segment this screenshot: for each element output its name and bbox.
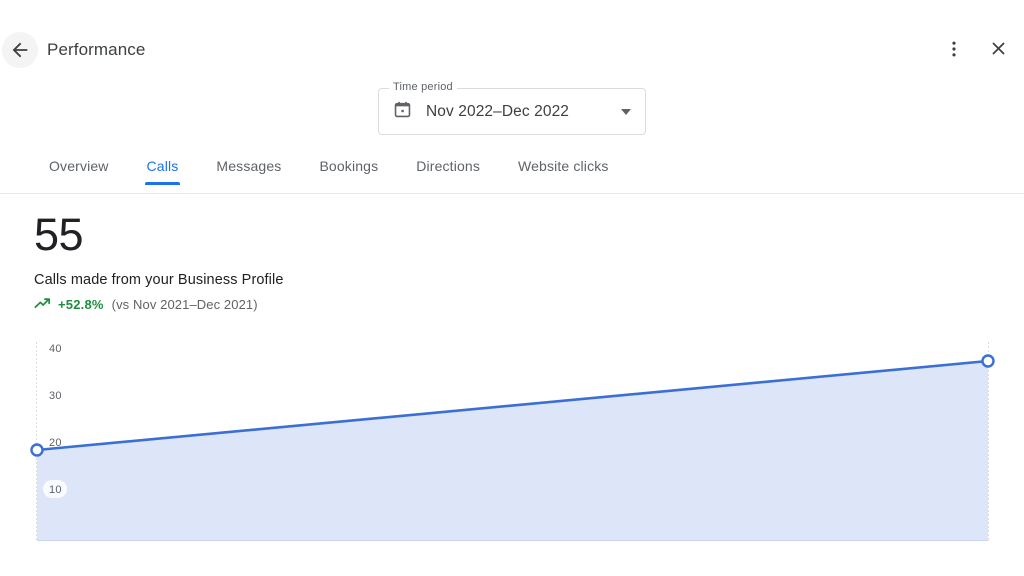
y-tick-30: 30	[49, 390, 62, 402]
tabs-divider	[0, 193, 1024, 194]
time-period-selector[interactable]: Nov 2022–Dec 2022 Time period	[378, 81, 646, 135]
stat-summary: 55 Calls made from your Business Profile…	[34, 208, 284, 314]
stat-delta-comparison: (vs Nov 2021–Dec 2021)	[111, 297, 258, 312]
tab-messages[interactable]: Messages	[216, 158, 281, 188]
time-period-legend: Time period	[389, 81, 457, 93]
y-tick-20: 20	[49, 437, 62, 449]
stat-value: 55	[34, 209, 84, 260]
y-tick-10: 10	[49, 484, 62, 496]
data-point-end	[981, 354, 995, 368]
tab-bookings[interactable]: Bookings	[319, 158, 378, 188]
stat-delta-row: +52.8% (vs Nov 2021–Dec 2021)	[34, 296, 284, 314]
close-button[interactable]	[980, 32, 1016, 68]
back-button[interactable]	[2, 32, 38, 68]
app-header: Performance	[0, 0, 1024, 78]
tab-overview[interactable]: Overview	[49, 158, 109, 188]
more-options-button[interactable]	[936, 32, 972, 68]
tab-calls[interactable]: Calls	[144, 158, 181, 188]
metric-tabs: Overview Calls Messages Bookings Directi…	[0, 158, 1024, 194]
stat-delta-percent: +52.8%	[58, 297, 104, 312]
close-icon	[988, 38, 1009, 62]
page-title: Performance	[47, 40, 146, 59]
area-fill	[37, 361, 988, 540]
data-point-start	[30, 443, 44, 457]
y-tick-40: 40	[49, 343, 62, 355]
chevron-down-icon[interactable]	[621, 108, 631, 115]
tab-website-clicks[interactable]: Website clicks	[518, 158, 609, 188]
arrow-back-icon	[9, 39, 31, 61]
calls-area-chart: 40 30 20 10	[0, 330, 1024, 560]
tab-directions[interactable]: Directions	[416, 158, 480, 188]
more-vert-icon	[944, 39, 964, 62]
performance-screen: Performance Nov 2022–Dec 2022 Time perio…	[0, 0, 1024, 576]
time-period-value: Nov 2022–Dec 2022	[426, 102, 570, 120]
time-period-field[interactable]: Nov 2022–Dec 2022	[378, 88, 646, 135]
calendar-icon	[393, 100, 412, 124]
stat-label: Calls made from your Business Profile	[34, 272, 284, 288]
header-actions	[936, 32, 1016, 68]
trending-up-icon	[34, 296, 51, 314]
